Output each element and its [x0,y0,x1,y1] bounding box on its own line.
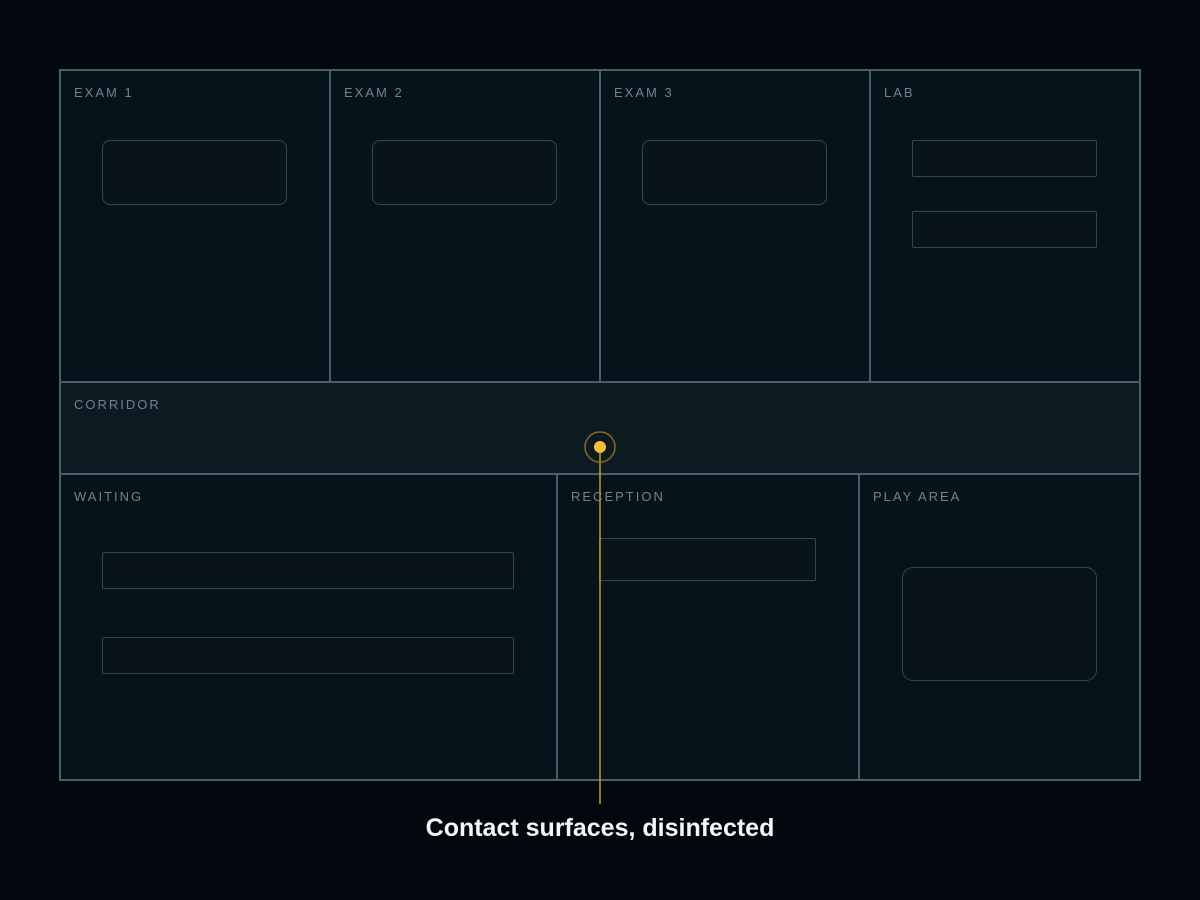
marker-dot [594,441,606,453]
annotation-marker [584,431,616,804]
floor-plan-diagram: EXAM 1 EXAM 2 EXAM 3 LAB CORRIDOR WAITIN… [0,0,1200,900]
annotation-caption: Contact surfaces, disinfected [425,814,775,842]
